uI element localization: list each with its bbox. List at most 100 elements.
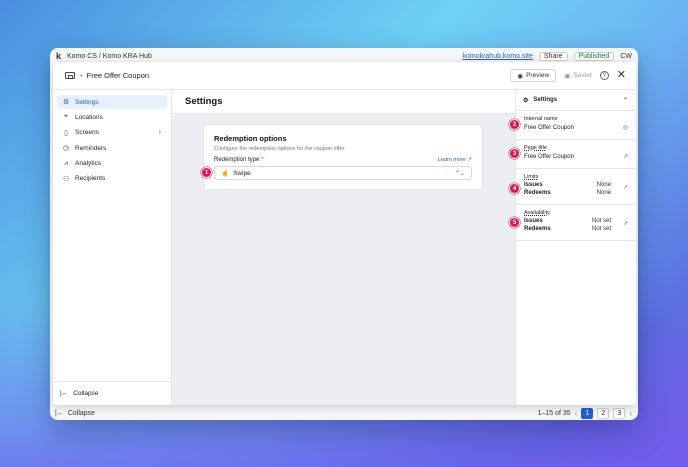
- pagination-range: 1–15 of 35: [537, 409, 571, 417]
- edit-icon[interactable]: ↗: [623, 184, 628, 191]
- redemption-type-label: Redemption type: [214, 157, 260, 163]
- settings-panel-header[interactable]: ⚙ Settings ⌃: [516, 90, 636, 111]
- collapse-label: Collapse: [73, 390, 99, 397]
- prev-page-icon[interactable]: ‹: [575, 409, 578, 418]
- availability-issues-row: Issues Not set: [524, 218, 628, 224]
- breadcrumb-separator: •: [80, 71, 83, 80]
- step-badge-2: 2: [509, 119, 520, 130]
- main-content: Settings Redemption options Configure th…: [172, 90, 515, 405]
- site-link[interactable]: komokrahub.komo.site: [462, 53, 532, 60]
- help-icon[interactable]: ?: [599, 71, 609, 80]
- row-value: Not set: [591, 218, 611, 224]
- sidebar-item-recipients[interactable]: ⚇ Recipients: [57, 172, 167, 186]
- coupon-editor-modal: • Free Offer Coupon ◉ Preview ▣ Saved ? …: [53, 62, 636, 405]
- availability-redeems-row: Redeems Not set: [524, 226, 628, 232]
- komo-logo-icon: k: [56, 51, 62, 61]
- row-value: None: [596, 190, 611, 196]
- sidebar-item-label: Reminders: [75, 144, 107, 152]
- sidebar-nav: ⚙ Settings ⌖ Locations ▯ Screens › ◷ Rem…: [53, 90, 171, 192]
- modal-body: ⚙ Settings ⌖ Locations ▯ Screens › ◷ Rem…: [53, 90, 636, 405]
- internal-name-value: Free Offer Coupon: [524, 125, 574, 131]
- chevron-up-icon[interactable]: ⌃: [623, 97, 628, 104]
- sidebar-item-settings[interactable]: ⚙ Settings: [57, 95, 167, 109]
- clock-icon: ◷: [62, 145, 70, 153]
- edit-icon[interactable]: ↗: [623, 220, 628, 227]
- background-collapse-button[interactable]: |← Collapse: [50, 410, 146, 417]
- field-label-row: Redemption type * Learn more ↗: [214, 157, 472, 163]
- sidebar-item-analytics[interactable]: ⩘ Analytics: [57, 157, 167, 171]
- preview-button[interactable]: ◉ Preview: [510, 69, 557, 82]
- sidebar-item-label: Recipients: [75, 175, 106, 183]
- gear-icon: ⚙: [62, 99, 70, 106]
- limits-issues-row: Issues None: [524, 182, 628, 188]
- step-badge-4: 4: [509, 183, 520, 194]
- sidebar-item-screens[interactable]: ▯ Screens ›: [57, 126, 167, 140]
- saved-label: Saved: [573, 72, 592, 79]
- close-icon[interactable]: ✕: [617, 70, 626, 81]
- chart-icon: ⩘: [64, 159, 68, 167]
- share-button[interactable]: Share: [538, 51, 568, 61]
- pagination: 1–15 of 35 ‹ 1 2 3 ›: [537, 407, 638, 419]
- availability-label: Availability: [524, 210, 550, 216]
- row-value: None: [596, 182, 611, 188]
- next-page-icon[interactable]: ›: [629, 409, 632, 418]
- learn-more-link[interactable]: Learn more ↗: [438, 157, 472, 163]
- phone-icon: ▯: [64, 129, 68, 137]
- internal-name-label: Internal name: [524, 116, 558, 122]
- step-badge-1: 1: [201, 167, 212, 178]
- page-title-label: Page title: [524, 145, 547, 151]
- limits-label: Limits: [524, 174, 539, 180]
- eye-off-icon[interactable]: ◎: [623, 124, 628, 131]
- collapse-icon: |←: [60, 390, 69, 397]
- limits-redeems-row: Redeems None: [524, 190, 628, 196]
- row-key: Redeems: [524, 226, 551, 232]
- page-title: Settings: [172, 90, 515, 114]
- background-breadcrumb[interactable]: Komo CS / Komo KRA Hub: [67, 53, 152, 60]
- modal-header: • Free Offer Coupon ◉ Preview ▣ Saved ? …: [53, 62, 636, 90]
- published-status-button[interactable]: Published: [573, 51, 615, 61]
- page-button-1[interactable]: 1: [581, 407, 594, 419]
- redemption-options-card: Redemption options Configure the redempt…: [203, 124, 483, 190]
- eye-icon: ◉: [517, 72, 524, 80]
- card-title: Redemption options: [214, 134, 287, 143]
- collapse-icon: |←: [55, 409, 64, 417]
- settings-panel-title: Settings: [533, 97, 558, 103]
- step-badge-3: 3: [509, 148, 520, 159]
- modal-title: Free Offer Coupon: [86, 71, 150, 80]
- map-pin-icon: ⌖: [64, 113, 68, 121]
- gear-icon: ⚙: [523, 97, 529, 104]
- row-value: Not set: [591, 226, 611, 232]
- sidebar-item-reminders[interactable]: ◷ Reminders: [57, 141, 167, 155]
- saved-button[interactable]: ▣ Saved: [564, 72, 592, 80]
- page-button-2[interactable]: 2: [597, 407, 610, 419]
- background-collapse-label: Collapse: [67, 409, 96, 417]
- row-key: Redeems: [524, 190, 551, 196]
- sidebar-item-label: Screens: [75, 129, 99, 137]
- sidebar-item-label: Settings: [75, 98, 99, 106]
- preview-label: Preview: [526, 72, 550, 79]
- swipe-hand-icon: ☝: [221, 170, 230, 177]
- page-button-3[interactable]: 3: [613, 407, 626, 419]
- page-title-section: Page title Free Offer Coupon ↗ 3: [509, 140, 636, 169]
- step-badge-5: 5: [509, 217, 520, 228]
- redemption-type-value: Swipe: [233, 169, 251, 177]
- settings-panel: ⚙ Settings ⌃ Internal name Free Offer Co…: [509, 90, 636, 405]
- card-description: Configure the redemption options for the…: [214, 146, 346, 152]
- users-icon: ⚇: [62, 175, 70, 183]
- row-key: Issues: [524, 182, 543, 188]
- chevron-right-icon: ›: [158, 129, 161, 137]
- avatar[interactable]: CW: [620, 53, 632, 60]
- limits-section: Limits Issues None Redeems None ↗ 4: [509, 169, 636, 205]
- page-title-value: Free Offer Coupon: [524, 154, 574, 160]
- redemption-type-select[interactable]: ☝ Swipe ⌃⌄: [214, 166, 472, 180]
- sidebar: ⚙ Settings ⌖ Locations ▯ Screens › ◷ Rem…: [53, 90, 172, 405]
- availability-section: Availability Issues Not set Redeems Not …: [509, 205, 636, 241]
- sidebar-item-label: Locations: [75, 113, 103, 121]
- required-mark: *: [261, 157, 264, 163]
- edit-icon[interactable]: ↗: [623, 153, 628, 160]
- save-icon: ▣: [564, 72, 571, 80]
- sidebar-item-locations[interactable]: ⌖ Locations: [57, 110, 167, 124]
- row-key: Issues: [524, 218, 543, 224]
- collapse-button[interactable]: |← Collapse: [53, 381, 171, 405]
- sidebar-item-label: Analytics: [75, 160, 102, 168]
